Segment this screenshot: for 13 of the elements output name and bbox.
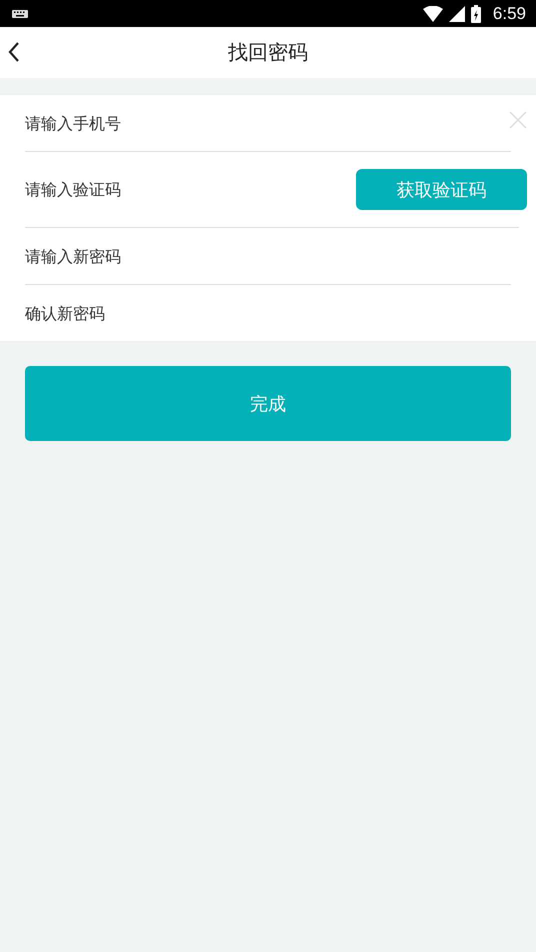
get-code-button[interactable]: 获取验证码 <box>356 169 527 210</box>
back-button[interactable] <box>8 41 20 63</box>
keyboard-icon <box>12 10 28 18</box>
wifi-icon <box>422 6 443 22</box>
input-field[interactable]: 请输入验证码 <box>25 180 356 199</box>
signal-icon <box>448 6 465 22</box>
submit-button[interactable]: 完成 <box>25 366 511 441</box>
page-title: 找回密码 <box>228 39 308 66</box>
input-field[interactable]: 确认新密码 <box>25 304 511 322</box>
battery-icon <box>470 4 481 22</box>
input-field[interactable]: 请输入新密码 <box>25 246 511 266</box>
input-field[interactable]: 请输入手机号 <box>25 114 511 132</box>
status-time: 6:59 <box>492 4 526 24</box>
